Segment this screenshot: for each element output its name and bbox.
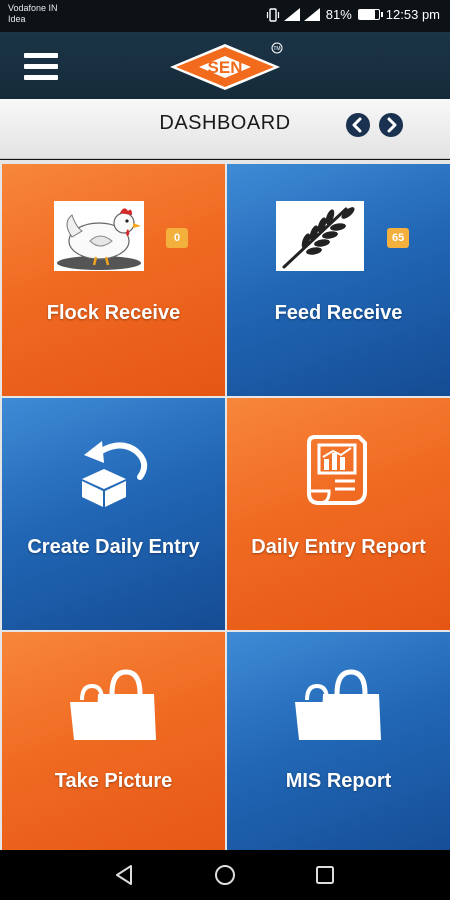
chevron-left-icon[interactable] [346,113,370,137]
chicken-image [54,201,144,271]
chevron-right-icon[interactable] [379,113,403,137]
report-chart-icon [305,433,369,512]
mis-report-label: MIS Report [285,770,392,792]
shopping-bags-icon [293,668,383,747]
shopping-bags-icon [68,668,158,747]
system-nav-bar [0,850,450,900]
daily-entry-report-tile[interactable]: Daily Entry Report [227,398,450,630]
mis-report-tile[interactable]: MIS Report [227,632,450,864]
create-daily-entry-label: Create Daily Entry [27,536,200,558]
carrier-name-primary: Vodafone IN [8,3,58,13]
app-bar: SEN TM [0,32,450,99]
flock-receive-badge: 0 [166,228,188,248]
battery-icon [357,9,383,20]
carrier-info: Vodafone IN Idea [8,3,58,25]
create-daily-entry-tile[interactable]: Create Daily Entry [2,398,225,630]
back-icon[interactable] [113,863,137,887]
daily-entry-report-label: Daily Entry Report [251,536,426,558]
status-bar: Vodafone IN Idea 81% 12:53 pm [0,0,450,32]
signal-icon [303,8,320,21]
dashboard-grid: 0 Flock Receive 65 Feed Receive Create D… [0,160,450,864]
box-undo-icon [74,433,154,513]
sen-logo: SEN TM [166,40,284,92]
logo-text: SEN [208,58,243,77]
take-picture-tile[interactable]: Take Picture [2,632,225,864]
battery-percent: 81% [325,7,352,22]
feed-receive-label: Feed Receive [274,302,403,324]
signal-icon [283,8,300,21]
feed-receive-badge: 65 [387,228,410,248]
flock-receive-label: Flock Receive [46,302,181,324]
clock: 12:53 pm [385,7,440,22]
title-bar: DASHBOARD [0,99,450,159]
take-picture-label: Take Picture [54,770,173,792]
status-indicators: 81% 12:53 pm [266,7,440,22]
hamburger-menu-icon[interactable] [24,52,60,82]
feed-receive-tile[interactable]: 65 Feed Receive [227,164,450,396]
wheat-image [276,201,364,271]
flock-receive-tile[interactable]: 0 Flock Receive [2,164,225,396]
recents-icon[interactable] [313,863,337,887]
logo-trademark: TM [273,46,280,52]
vibrate-icon [266,7,279,22]
carrier-name-secondary: Idea [8,14,26,24]
home-icon[interactable] [213,863,237,887]
